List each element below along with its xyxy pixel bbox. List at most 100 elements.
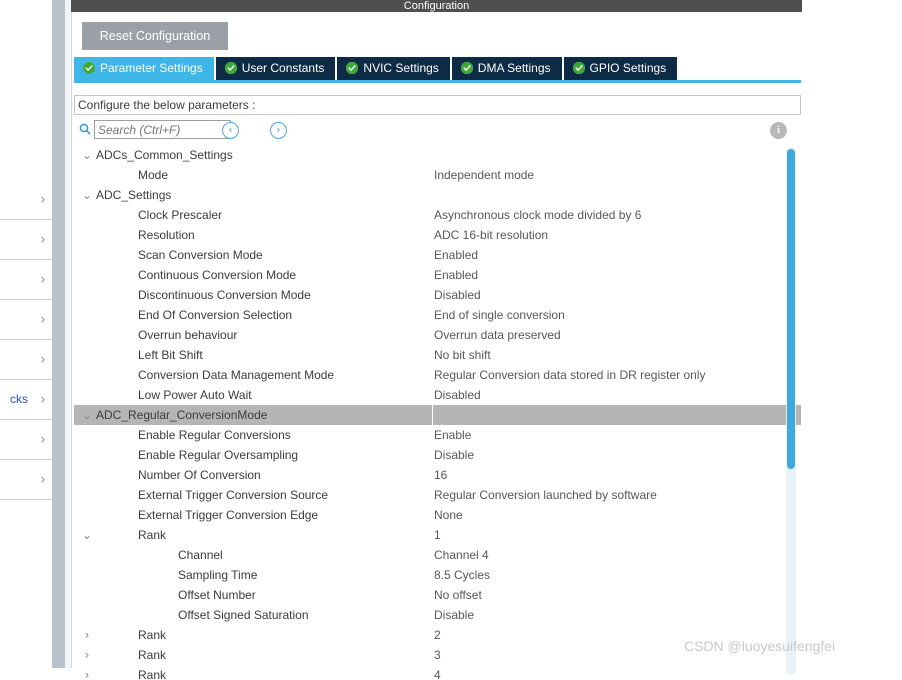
tree-row-value[interactable]: No bit shift	[434, 345, 491, 365]
previous-match-button[interactable]: ‹	[222, 122, 239, 139]
tree-row-label: Scan Conversion Mode	[138, 248, 263, 262]
sidebar-item[interactable]: ›	[0, 300, 52, 340]
tree-row[interactable]: ⌄ Rank 1	[74, 525, 801, 545]
tree-row-value[interactable]: ADC 16-bit resolution	[434, 225, 548, 245]
sidebar-item[interactable]: ›	[0, 220, 52, 260]
sidebar-item[interactable]: ›	[0, 340, 52, 380]
sidebar-item[interactable]: ›	[0, 180, 52, 220]
chevron-right-icon: ›	[40, 470, 46, 488]
info-icon[interactable]: i	[770, 122, 787, 139]
tree-row-label: Clock Prescaler	[138, 208, 223, 222]
tree-row[interactable]: Scan Conversion Mode Enabled	[74, 245, 801, 265]
tree-row-value[interactable]: 1	[434, 525, 441, 545]
tab-user-constants[interactable]: User Constants	[215, 57, 336, 80]
chevron-right-icon: ›	[40, 350, 46, 368]
tree-row-value[interactable]: Enable	[434, 425, 471, 445]
tree-row-value[interactable]: Overrun data preserved	[434, 325, 561, 345]
sidebar-item[interactable]: cks ›	[0, 380, 52, 420]
tree-row-value[interactable]: Disabled	[434, 385, 481, 405]
chevron-right-icon[interactable]: ›	[80, 625, 94, 645]
sidebar-item[interactable]: ›	[0, 260, 52, 300]
chevron-down-icon[interactable]: ⌄	[80, 185, 94, 205]
chevron-down-icon[interactable]: ⌄	[80, 525, 94, 545]
tree-row[interactable]: Left Bit Shift No bit shift	[74, 345, 801, 365]
vertical-scrollbar-thumb[interactable]	[787, 149, 795, 469]
tree-row-value[interactable]: Enabled	[434, 245, 478, 265]
tree-row[interactable]: Low Power Auto Wait Disabled	[74, 385, 801, 405]
tree-row-value[interactable]: Independent mode	[434, 165, 534, 185]
tree-row-value[interactable]: Regular Conversion launched by software	[434, 485, 657, 505]
tree-row[interactable]: Enable Regular Oversampling Disable	[74, 445, 801, 465]
column-divider	[432, 405, 433, 425]
tree-row[interactable]: Resolution ADC 16-bit resolution	[74, 225, 801, 245]
tab-gpio-settings[interactable]: GPIO Settings	[563, 57, 678, 80]
tree-row[interactable]: Continuous Conversion Mode Enabled	[74, 265, 801, 285]
right-outer-area	[802, 0, 902, 668]
tree-row[interactable]: Mode Independent mode	[74, 165, 801, 185]
twisty-empty	[80, 165, 94, 185]
tab-nvic-settings[interactable]: NVIC Settings	[337, 57, 450, 80]
chevron-left-icon: ‹	[228, 123, 233, 136]
tree-row-label: ADC_Settings	[96, 188, 172, 202]
tree-row[interactable]: Number Of Conversion 16	[74, 465, 801, 485]
tree-row[interactable]: › Rank 4	[74, 665, 801, 680]
tree-row-label: Low Power Auto Wait	[138, 388, 252, 402]
tree-row-value[interactable]: 2	[434, 625, 441, 645]
tree-row[interactable]: Offset Number No offset	[74, 585, 801, 605]
tab-parameter-settings[interactable]: Parameter Settings	[74, 57, 214, 80]
sidebar-item[interactable]: ›	[0, 420, 52, 460]
chevron-down-icon[interactable]: ⌄	[80, 405, 94, 425]
tree-row-value[interactable]: End of single conversion	[434, 305, 565, 325]
twisty-empty	[80, 485, 94, 505]
chevron-right-icon[interactable]: ›	[80, 645, 94, 665]
tree-row-value[interactable]: 3	[434, 645, 441, 665]
configuration-panel: Configuration Reset Configuration Parame…	[71, 0, 802, 680]
tree-row[interactable]: External Trigger Conversion Edge None	[74, 505, 801, 525]
next-match-button[interactable]: ›	[270, 122, 287, 139]
tree-row-label: Enable Regular Oversampling	[138, 448, 299, 462]
tree-row[interactable]: External Trigger Conversion Source Regula…	[74, 485, 801, 505]
tree-row[interactable]: Channel Channel 4	[74, 545, 801, 565]
chevron-down-icon[interactable]: ⌄	[80, 145, 94, 165]
tree-row-value[interactable]: Asynchronous clock mode divided by 6	[434, 205, 641, 225]
tree-row-label: Offset Signed Saturation	[178, 608, 309, 622]
sidebar-divider	[52, 0, 65, 668]
tree-row-value[interactable]: 4	[434, 665, 441, 680]
tree-row[interactable]: ⌄ ADCs_Common_Settings	[74, 145, 801, 165]
tree-row[interactable]: Conversion Data Management Mode Regular C…	[74, 365, 801, 385]
tree-row-label: Offset Number	[178, 588, 256, 602]
tree-row-label: Sampling Time	[178, 568, 258, 582]
tree-row-label: External Trigger Conversion Source	[138, 488, 329, 502]
tree-row[interactable]: Sampling Time 8.5 Cycles	[74, 565, 801, 585]
search-input[interactable]	[94, 120, 231, 139]
tree-row-label: Conversion Data Management Mode	[138, 368, 335, 382]
tree-row-value[interactable]: Disable	[434, 445, 474, 465]
tree-row-value[interactable]: 16	[434, 465, 447, 485]
tree-row[interactable]: End Of Conversion Selection End of single…	[74, 305, 801, 325]
tree-row[interactable]: ⌄ ADC_Settings	[74, 185, 801, 205]
sidebar-item[interactable]: ›	[0, 460, 52, 500]
tab-dma-settings[interactable]: DMA Settings	[451, 57, 562, 80]
tree-row-value[interactable]: Disabled	[434, 285, 481, 305]
tree-row-value[interactable]: None	[434, 505, 463, 525]
twisty-empty	[80, 245, 94, 265]
tree-row[interactable]: Discontinuous Conversion Mode Disabled	[74, 285, 801, 305]
tree-row-value[interactable]: Enabled	[434, 265, 478, 285]
tree-row[interactable]: Clock Prescaler Asynchronous clock mode d…	[74, 205, 801, 225]
tree-row-value[interactable]: Regular Conversion data stored in DR reg…	[434, 365, 705, 385]
tree-row-value[interactable]: Disable	[434, 605, 474, 625]
tree-group-row[interactable]: ⌄ ADC_Regular_ConversionMode	[74, 405, 801, 425]
tree-row-value[interactable]: No offset	[434, 585, 482, 605]
chevron-right-icon[interactable]: ›	[80, 665, 94, 680]
reset-configuration-button[interactable]: Reset Configuration	[82, 22, 228, 50]
check-circle-icon	[460, 62, 473, 74]
left-sidebar: › › › › › cks › › ›	[0, 0, 52, 668]
tree-row-label: ADC_Regular_ConversionMode	[96, 408, 268, 422]
tree-row[interactable]: Enable Regular Conversions Enable	[74, 425, 801, 445]
tree-row-value[interactable]: Channel 4	[434, 545, 489, 565]
tree-row[interactable]: Overrun behaviour Overrun data preserved	[74, 325, 801, 345]
tree-row-label: Resolution	[138, 228, 195, 242]
tree-row-value[interactable]: 8.5 Cycles	[434, 565, 490, 585]
tree-row[interactable]: Offset Signed Saturation Disable	[74, 605, 801, 625]
twisty-empty	[104, 605, 118, 625]
